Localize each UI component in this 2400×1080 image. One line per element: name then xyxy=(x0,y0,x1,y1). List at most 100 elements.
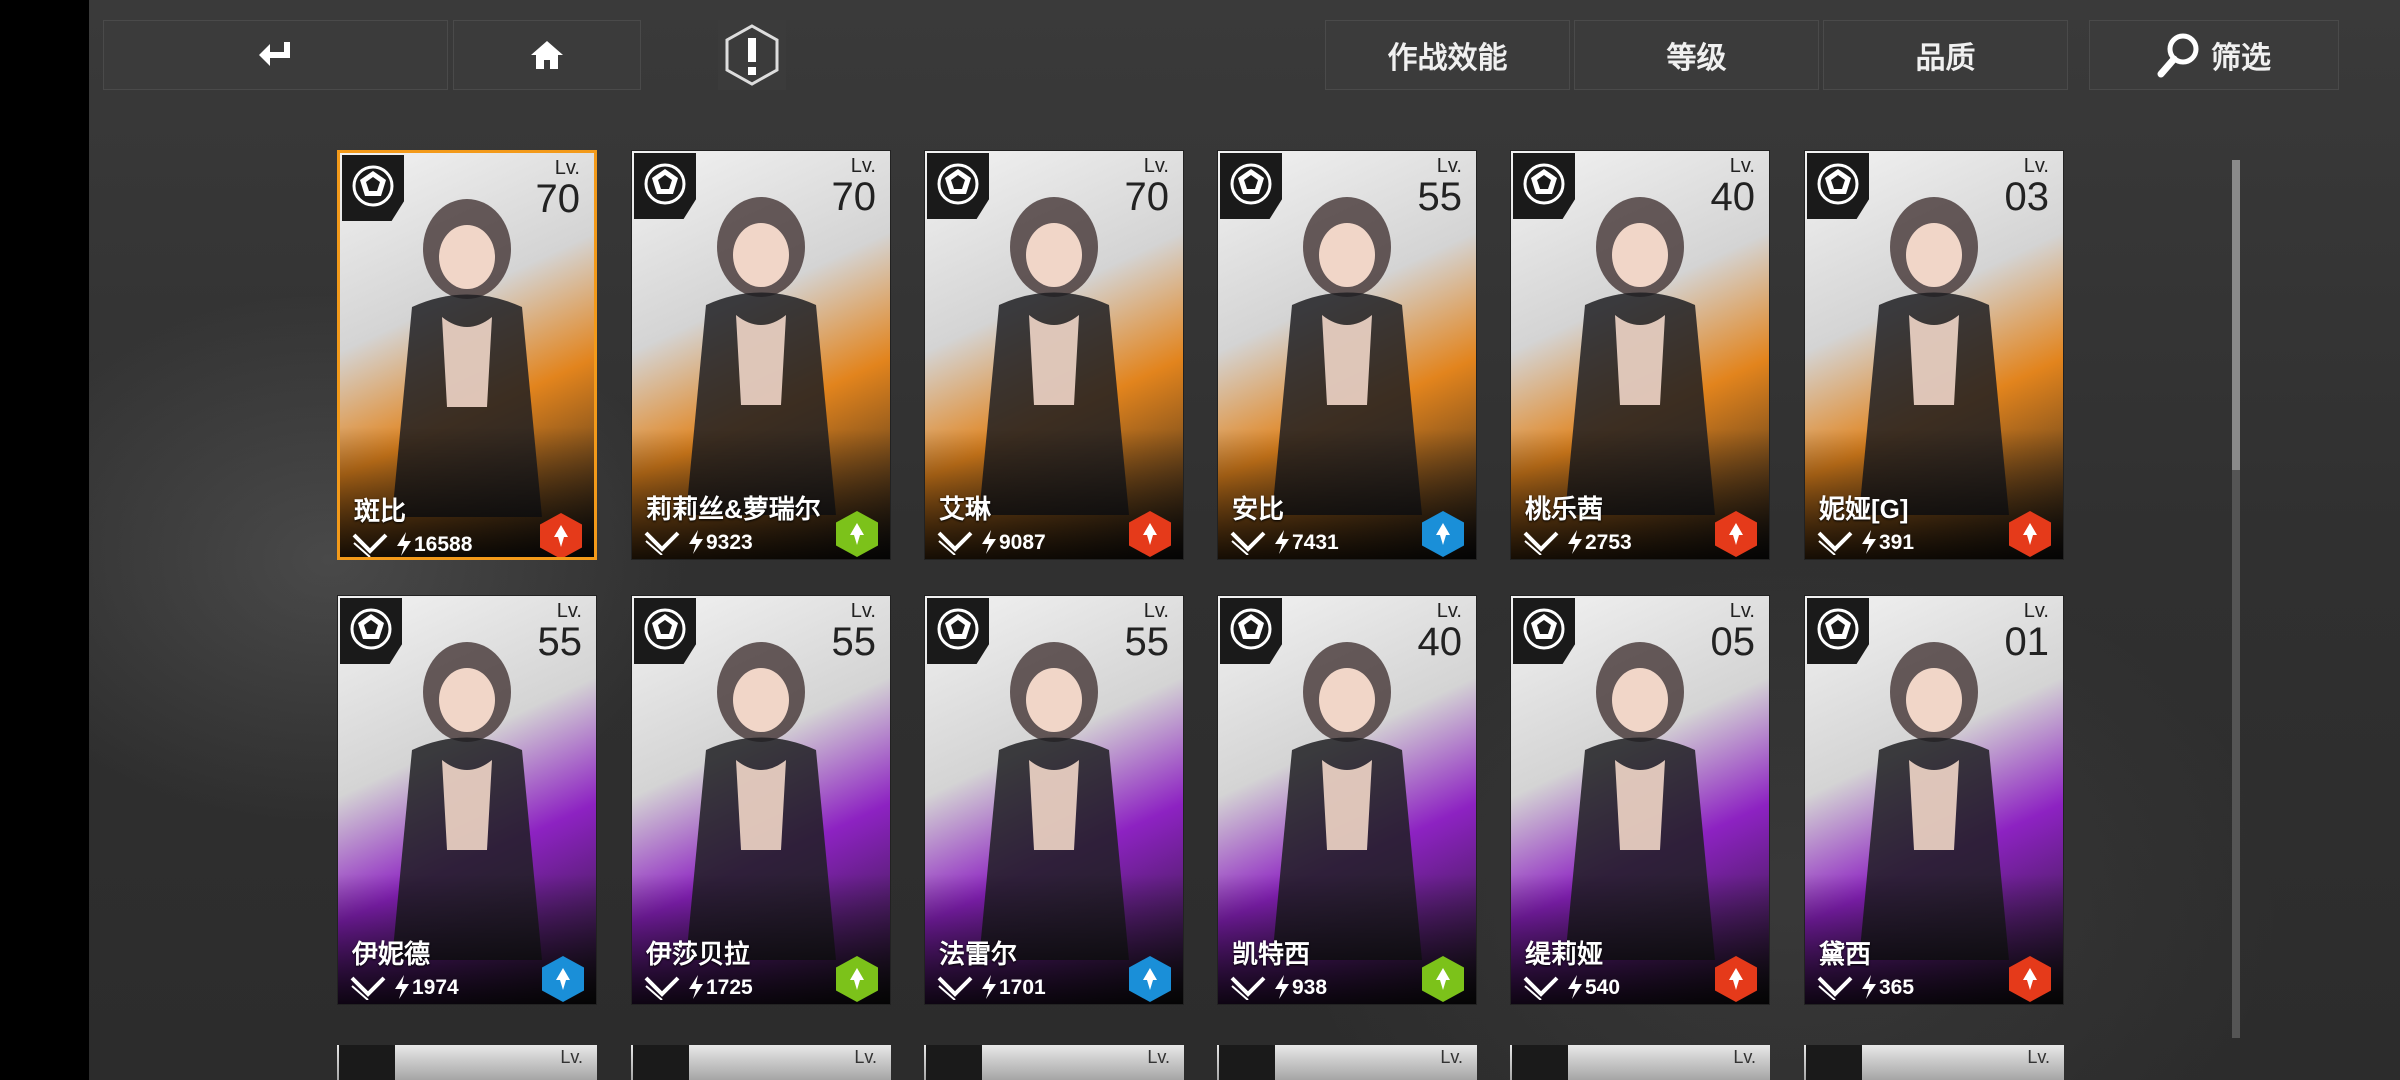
aperture-icon xyxy=(1230,608,1272,650)
character-card-peek[interactable]: Lv. xyxy=(1804,1045,2064,1080)
character-name: 艾琳 xyxy=(939,494,992,524)
element-icon xyxy=(1436,523,1450,545)
character-card-peek[interactable]: Lv. xyxy=(337,1045,597,1080)
rank-chevron-icon xyxy=(644,531,680,555)
level-value: 55 xyxy=(831,620,877,664)
level-value: 01 xyxy=(2004,620,2050,664)
level-value: 55 xyxy=(1124,620,1170,664)
level-value: 70 xyxy=(831,175,877,219)
notice-button[interactable] xyxy=(718,20,786,90)
rank-chevron-icon xyxy=(1817,976,1853,1000)
level-prefix: Lv. xyxy=(1147,1047,1170,1067)
character-card-4[interactable]: Lv. 55 安比 7431 xyxy=(1217,150,1477,560)
sort-quality-button[interactable]: 品质 xyxy=(1823,20,2068,90)
card-corner xyxy=(1513,153,1575,219)
home-button[interactable] xyxy=(453,20,641,90)
character-card-2[interactable]: Lv. 70 莉莉丝&萝瑞尔 9323 xyxy=(631,150,891,560)
scrollbar-thumb[interactable] xyxy=(2232,160,2240,470)
power-bolt-icon xyxy=(689,530,703,554)
level-value: 70 xyxy=(1124,175,1170,219)
rank-chevron-icon xyxy=(1230,531,1266,555)
power-bolt-icon xyxy=(982,530,996,554)
character-card-8[interactable]: Lv. 55 伊莎贝拉 1725 xyxy=(631,595,891,1005)
card-corner xyxy=(926,1045,982,1080)
element-icon xyxy=(1729,968,1743,990)
card-corner xyxy=(634,153,696,219)
character-card-peek[interactable]: Lv. xyxy=(1510,1045,1770,1080)
level-value: 05 xyxy=(1710,620,1756,664)
character-card-9[interactable]: Lv. 55 法雷尔 1701 xyxy=(924,595,1184,1005)
character-card-12[interactable]: Lv. 01 黛西 365 xyxy=(1804,595,2064,1005)
character-card-5[interactable]: Lv. 40 桃乐茜 2753 xyxy=(1510,150,1770,560)
rank-chevron-icon xyxy=(1523,976,1559,1000)
level-prefix: Lv. xyxy=(1440,1047,1463,1067)
card-corner xyxy=(927,598,989,664)
card-corner xyxy=(339,1045,395,1080)
card-corner xyxy=(633,1045,689,1080)
sort-power-button[interactable]: 作战效能 xyxy=(1325,20,1570,90)
power-value: 391 xyxy=(1879,531,1915,554)
power-bolt-icon xyxy=(1568,530,1582,554)
character-card-6[interactable]: Lv. 03 妮娅[G] 391 xyxy=(1804,150,2064,560)
power-value: 16588 xyxy=(414,533,473,556)
rank-chevron-icon xyxy=(350,976,386,1000)
level-value: 70 xyxy=(535,177,581,221)
level-prefix: Lv. xyxy=(560,1047,583,1067)
sort-level-button[interactable]: 等级 xyxy=(1574,20,1819,90)
card-corner xyxy=(1219,1045,1275,1080)
rank-chevron-icon xyxy=(352,533,388,557)
card-corner xyxy=(1220,598,1282,664)
power-bolt-icon xyxy=(982,975,996,999)
character-card-10[interactable]: Lv. 40 凯特西 938 xyxy=(1217,595,1477,1005)
card-corner xyxy=(1513,598,1575,664)
power-value: 1701 xyxy=(999,976,1046,999)
screen: 作战效能 等级 品质 筛选 Lv. Lv. Lv. Lv. Lv. Lv. Lv… xyxy=(0,0,2400,1080)
power-value: 938 xyxy=(1292,976,1328,999)
card-corner xyxy=(1807,153,1869,219)
card-corner xyxy=(1220,153,1282,219)
card-corner xyxy=(634,598,696,664)
character-card-11[interactable]: Lv. 05 缇莉娅 540 xyxy=(1510,595,1770,1005)
character-card-peek[interactable]: Lv. xyxy=(631,1045,891,1080)
element-icon xyxy=(1143,523,1157,545)
power-bolt-icon xyxy=(1275,975,1289,999)
power-value: 540 xyxy=(1585,976,1621,999)
element-icon xyxy=(1436,968,1450,990)
aperture-icon xyxy=(1817,163,1859,205)
power-value: 365 xyxy=(1879,976,1915,999)
character-card-1[interactable]: Lv. 70 斑比 16588 xyxy=(337,150,597,560)
power-value: 1725 xyxy=(706,976,753,999)
rank-chevron-icon xyxy=(937,531,973,555)
exclamation-icon xyxy=(725,24,779,86)
aperture-icon xyxy=(1523,163,1565,205)
character-name: 伊妮德 xyxy=(352,939,431,969)
card-corner xyxy=(342,155,404,221)
sort-level-label: 等级 xyxy=(1666,42,1727,75)
aperture-icon xyxy=(937,608,979,650)
level-prefix: Lv. xyxy=(854,1047,877,1067)
card-corner xyxy=(1806,1045,1862,1080)
sort-quality-label: 品质 xyxy=(1915,42,1976,75)
character-name: 缇莉娅 xyxy=(1525,939,1604,969)
aperture-icon xyxy=(350,608,392,650)
character-name: 安比 xyxy=(1232,494,1285,524)
back-button[interactable] xyxy=(103,20,448,90)
character-name: 桃乐茜 xyxy=(1525,494,1604,524)
card-corner xyxy=(1512,1045,1568,1080)
character-card-peek[interactable]: Lv. xyxy=(1217,1045,1477,1080)
power-bolt-icon xyxy=(1275,530,1289,554)
character-card-peek[interactable]: Lv. xyxy=(924,1045,1184,1080)
character-name: 斑比 xyxy=(354,496,407,526)
level-prefix: Lv. xyxy=(1733,1047,1756,1067)
character-card-7[interactable]: Lv. 55 伊妮德 1974 xyxy=(337,595,597,1005)
element-icon xyxy=(1729,523,1743,545)
power-bolt-icon xyxy=(1862,530,1876,554)
element-icon xyxy=(850,968,864,990)
scrollbar[interactable] xyxy=(2232,160,2240,1038)
filter-button[interactable]: 筛选 xyxy=(2089,20,2339,90)
element-icon xyxy=(1143,968,1157,990)
character-name: 妮娅[G] xyxy=(1819,494,1909,524)
character-card-3[interactable]: Lv. 70 艾琳 9087 xyxy=(924,150,1184,560)
character-name: 黛西 xyxy=(1819,939,1872,969)
sort-power-label: 作战效能 xyxy=(1387,42,1508,75)
